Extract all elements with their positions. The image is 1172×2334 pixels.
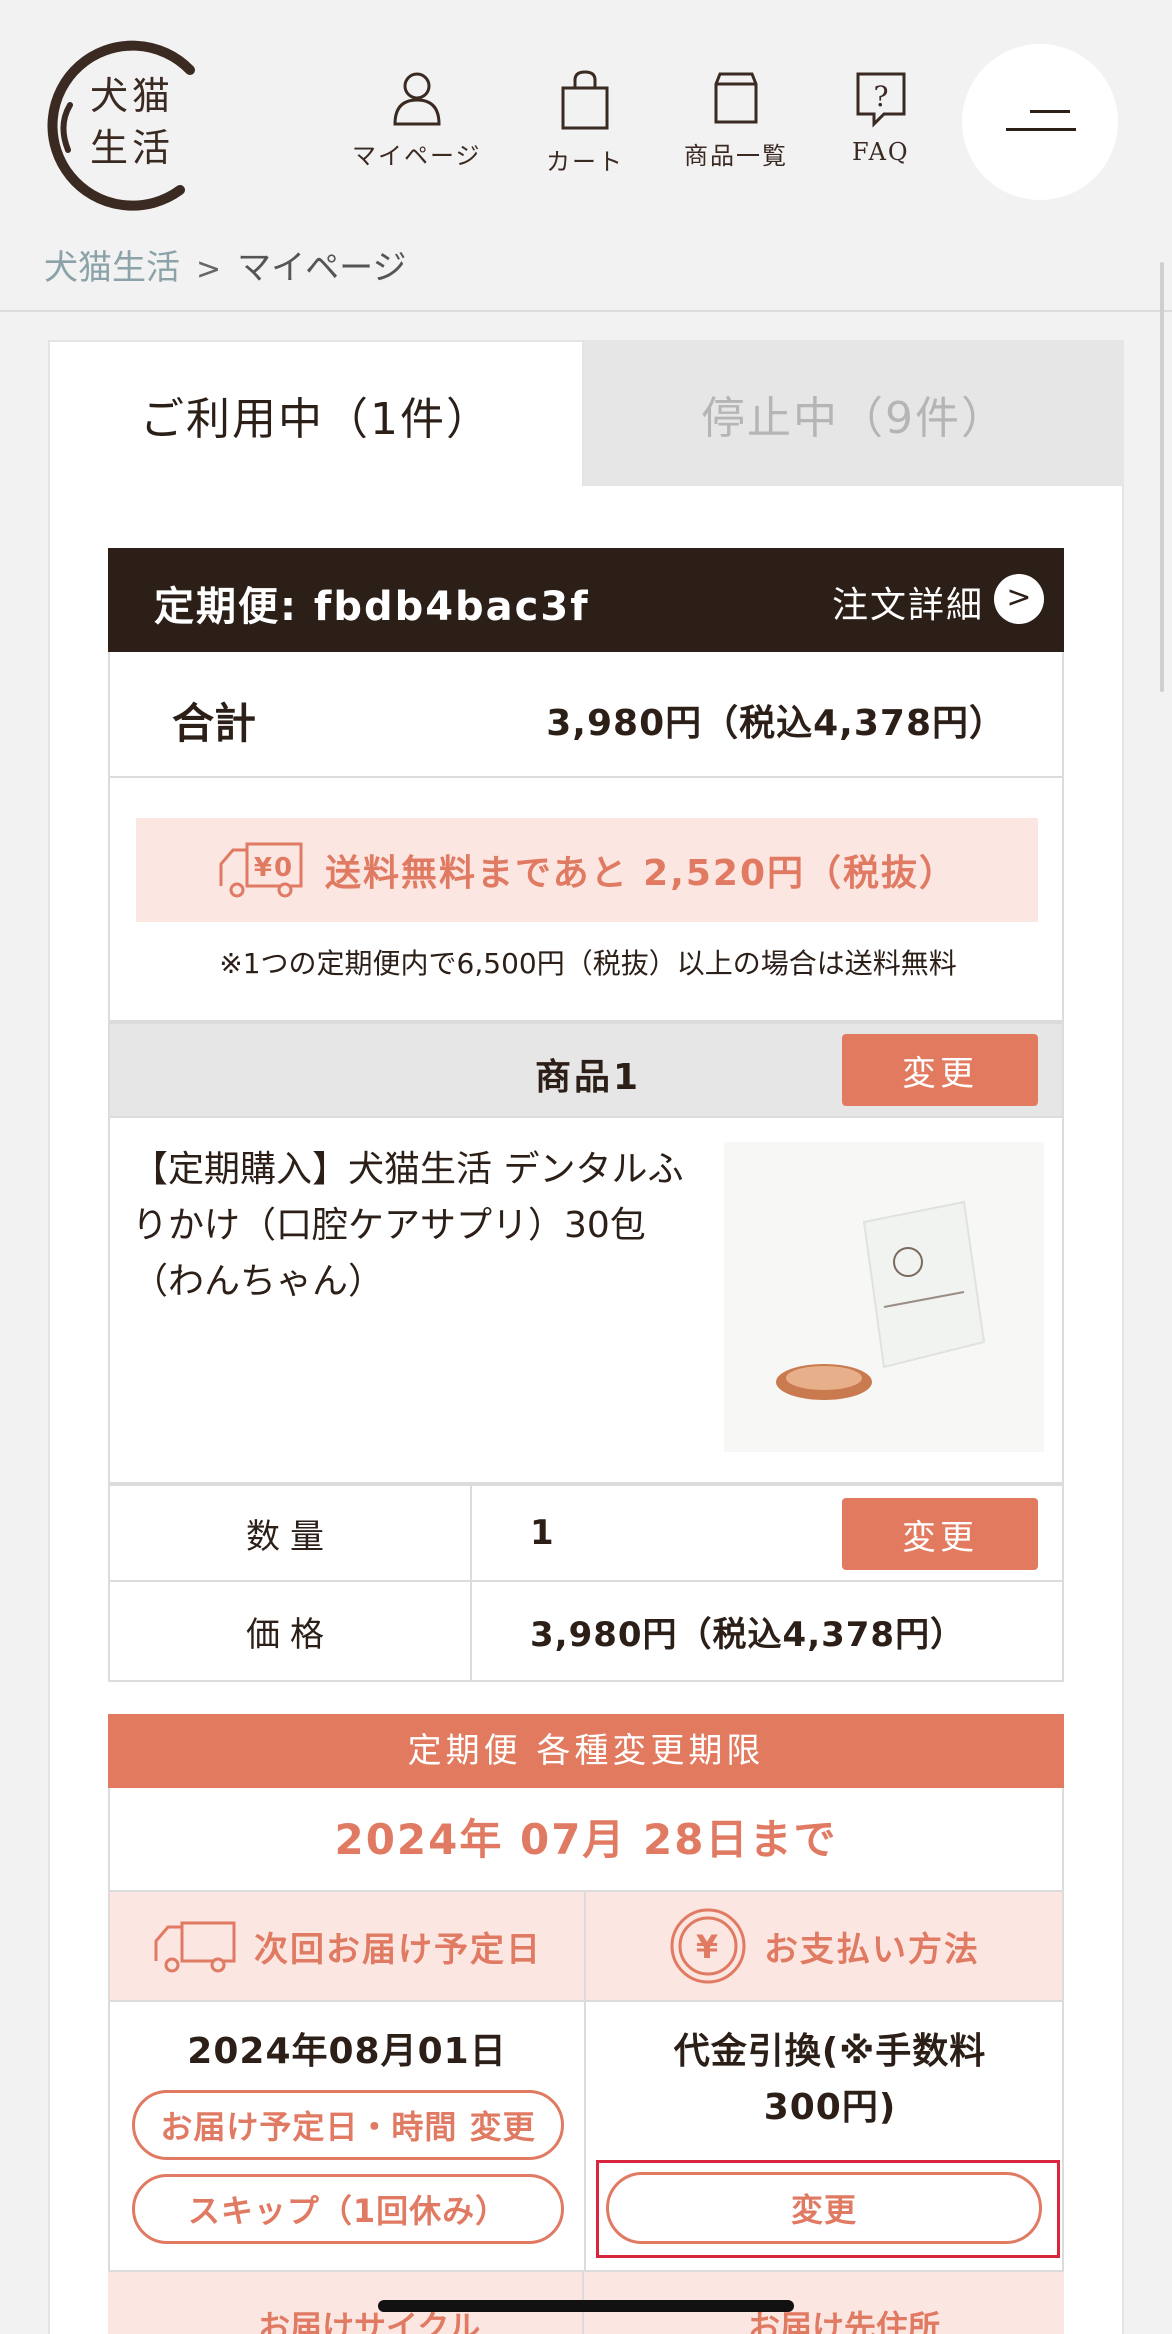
hamburger-icon (1030, 110, 1070, 113)
next-delivery-title: 次回お届け予定日 (254, 1929, 542, 1970)
menu-button[interactable] (962, 44, 1118, 200)
order-total-row: 合計 3,980円（税込4,378円） (108, 652, 1064, 778)
question-icon: ? (856, 72, 906, 128)
box-icon (714, 72, 758, 124)
nav-products-label: 商品一覧 (684, 142, 788, 170)
yen-coin-icon: ¥ (670, 1908, 746, 1984)
tab-stopped-subscriptions[interactable]: 停止中（9件） (584, 340, 1124, 488)
next-delivery-header: 次回お届け予定日 (110, 1892, 584, 2002)
quantity-value: 1 (530, 1513, 555, 1553)
scrollbar[interactable] (1160, 262, 1164, 692)
site-logo[interactable]: 犬猫 生活 (40, 30, 230, 220)
hamburger-icon-line (1006, 128, 1076, 131)
breadcrumb-separator: > (196, 252, 222, 287)
change-delivery-datetime-button[interactable]: お届け予定日・時間 変更 (132, 2090, 564, 2160)
nav-cart[interactable]: カート (546, 70, 624, 177)
quantity-row: 数量 1 変更 (108, 1484, 1064, 1582)
product-photo-icon (724, 1142, 1044, 1452)
shipping-info: ¥0 送料無料まであと 2,520円（税抜） ※1つの定期便内で6,500円（税… (108, 778, 1064, 1022)
change-quantity-button[interactable]: 変更 (842, 1498, 1038, 1570)
header-divider (0, 310, 1172, 312)
deadline-date: 2024年 07月 28日まで (108, 1788, 1064, 1892)
nav-mypage-label: マイページ (352, 142, 482, 170)
highlight-box (596, 2160, 1060, 2258)
quantity-label: 数量 (110, 1486, 472, 1580)
change-product-button[interactable]: 変更 (842, 1034, 1038, 1106)
skip-delivery-button[interactable]: スキップ（1回休み） (132, 2174, 564, 2244)
breadcrumb-home[interactable]: 犬猫生活 (44, 248, 180, 288)
nav-mypage[interactable]: マイページ (352, 70, 482, 171)
logo-text: 犬猫 生活 (90, 70, 174, 174)
svg-text:¥: ¥ (696, 1928, 720, 1966)
free-shipping-text: 送料無料まであと 2,520円（税抜） (324, 853, 958, 894)
bag-icon (561, 70, 609, 130)
breadcrumb-current: マイページ (237, 248, 407, 288)
product-body: 【定期購入】犬猫生活 デンタルふりかけ（口腔ケアサプリ）30包（わんちゃん） (108, 1118, 1064, 1484)
shipping-icon-text: ¥0 (254, 853, 294, 883)
svg-text:?: ? (873, 80, 888, 113)
deadline-header: 定期便 各種変更期限 (108, 1714, 1064, 1788)
delivery-payment-grid: 次回お届け予定日 ¥ お支払い方法 2024年08月01日 お届け予定日・時間 … (108, 1892, 1064, 2334)
user-icon (393, 72, 441, 126)
shipping-note: ※1つの定期便内で6,500円（税抜）以上の場合は送料無料 (219, 947, 957, 980)
home-indicator (378, 2300, 794, 2312)
logo-text-line1: 犬猫 (90, 74, 175, 118)
payment-method-title: お支払い方法 (764, 1929, 980, 1970)
order-id: 定期便: fbdb4bac3f (154, 584, 590, 630)
payment-method-value: 代金引換(※手数料300円) (673, 2031, 987, 2128)
total-label: 合計 (172, 699, 257, 748)
site-header: 犬猫 生活 マイページ カート 商品一覧 ? FAQ (0, 0, 1172, 230)
price-value: 3,980円（税込4,378円） (530, 1614, 966, 1655)
nav-faq-label: FAQ (852, 138, 910, 166)
logo-text-line2: 生活 (90, 126, 175, 170)
nav-faq[interactable]: ? FAQ (852, 70, 910, 166)
product-header: 商品1 変更 (108, 1022, 1064, 1118)
free-shipping-banner: ¥0 送料無料まであと 2,520円（税抜） (136, 818, 1038, 922)
price-label: 価格 (110, 1582, 472, 1680)
order-header: 定期便: fbdb4bac3f 注文詳細 > (108, 548, 1064, 652)
truck-icon (154, 1921, 236, 1973)
nav-cart-label: カート (546, 148, 624, 176)
price-row: 価格 3,980円（税込4,378円） (108, 1582, 1064, 1682)
total-value: 3,980円（税込4,378円） (546, 703, 1006, 744)
order-detail-link[interactable]: 注文詳細 (832, 576, 984, 628)
chevron-right-icon[interactable]: > (994, 574, 1044, 624)
product-image (724, 1142, 1044, 1452)
next-delivery-date: 2024年08月01日 (187, 2031, 507, 2072)
product-name: 【定期購入】犬猫生活 デンタルふりかけ（口腔ケアサプリ）30包（わんちゃん） (132, 1149, 684, 1302)
tab-active-subscriptions[interactable]: ご利用中（1件） (48, 340, 584, 488)
nav-products[interactable]: 商品一覧 (684, 70, 788, 171)
payment-method-header: ¥ お支払い方法 (586, 1892, 1062, 2002)
breadcrumb: 犬猫生活 > マイページ (44, 240, 406, 289)
truck-icon: ¥0 (219, 842, 303, 898)
